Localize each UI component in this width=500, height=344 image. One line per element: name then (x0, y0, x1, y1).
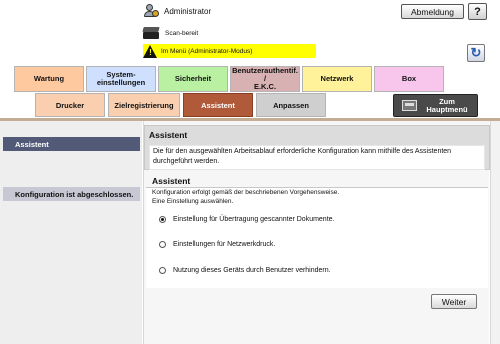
refresh-button[interactable]: ↻ (467, 44, 485, 62)
user-label: Administrator (164, 6, 212, 16)
main-tabs: Wartung System- einstellungen Sicherheit… (14, 66, 444, 92)
main-menu-button[interactable]: Zum Hauptmenü (393, 94, 478, 117)
scrollbar[interactable] (490, 121, 500, 344)
tab-zielregistrierung[interactable]: Zielregistrierung (108, 93, 180, 117)
content-header: Assistent Die für den ausgewählten Arbei… (144, 125, 490, 170)
mode-label: Im Menü (Administrator-Modus) (161, 47, 253, 55)
main-menu-label: Zum Hauptmenü (426, 96, 468, 114)
option-label: Einstellungen für Netzwerkdruck. (173, 241, 276, 248)
radio-button[interactable] (159, 241, 166, 248)
tab-wartung[interactable]: Wartung (14, 66, 84, 92)
main-menu-icon (402, 100, 417, 111)
administrator-icon (143, 4, 159, 18)
help-button[interactable]: ? (468, 3, 487, 20)
admin-indicator: Administrator (143, 4, 211, 18)
tab-box[interactable]: Box (374, 66, 444, 92)
warning-icon: ! (143, 44, 158, 58)
sidebar: Assistent Konfiguration ist abgeschlosse… (0, 121, 142, 344)
tab-drucker[interactable]: Drucker (35, 93, 105, 117)
radio-button[interactable] (159, 267, 166, 274)
option-label: Einstellung für Übertragung gescannter D… (173, 216, 335, 223)
refresh-icon: ↻ (470, 45, 482, 60)
next-button[interactable]: Weiter (431, 294, 477, 309)
option-label: Nutzung dieses Geräts durch Benutzer ver… (173, 267, 331, 274)
page-title: Assistent (149, 130, 188, 140)
radio-button-selected[interactable] (159, 216, 166, 223)
mode-banner: ! Im Menü (Administrator-Modus) (143, 44, 316, 58)
sidebar-item-configuration-complete[interactable]: Konfiguration ist abgeschlossen. (3, 187, 140, 201)
tab-assistent[interactable]: Assistent (183, 93, 253, 117)
page-description: Die für den ausgewählten Arbeitsablauf e… (149, 145, 485, 170)
content-area: Assistent Die für den ausgewählten Arbei… (143, 121, 490, 344)
tab-sicherheit[interactable]: Sicherheit (158, 66, 228, 92)
tab-benutzerauthentifizierung[interactable]: Benutzerauthentif. / E.K.C. (230, 66, 300, 92)
scanner-icon (142, 27, 160, 39)
option-network-print[interactable]: Einstellungen für Netzwerkdruck. (159, 241, 275, 248)
tab-systemeinstellungen[interactable]: System- einstellungen (86, 66, 156, 92)
tab-netzwerk[interactable]: Netzwerk (302, 66, 372, 92)
option-scan-transfer[interactable]: Einstellung für Übertragung gescannter D… (159, 216, 334, 223)
logout-button[interactable]: Abmeldung (401, 4, 464, 19)
options-panel: Konfiguration erfolgt gemäß der beschrie… (146, 187, 488, 288)
section-title: Assistent (152, 176, 191, 186)
section-description: Konfiguration erfolgt gemäß der beschrie… (152, 189, 340, 205)
sub-tabs: Drucker Zielregistrierung Assistent Anpa… (35, 93, 326, 117)
status-label: Scan-bereit (165, 29, 199, 37)
tab-anpassen[interactable]: Anpassen (256, 93, 326, 117)
sidebar-item-assistent[interactable]: Assistent (3, 137, 140, 151)
device-status: Scan-bereit (142, 27, 199, 39)
option-restrict-users[interactable]: Nutzung dieses Geräts durch Benutzer ver… (159, 267, 331, 274)
